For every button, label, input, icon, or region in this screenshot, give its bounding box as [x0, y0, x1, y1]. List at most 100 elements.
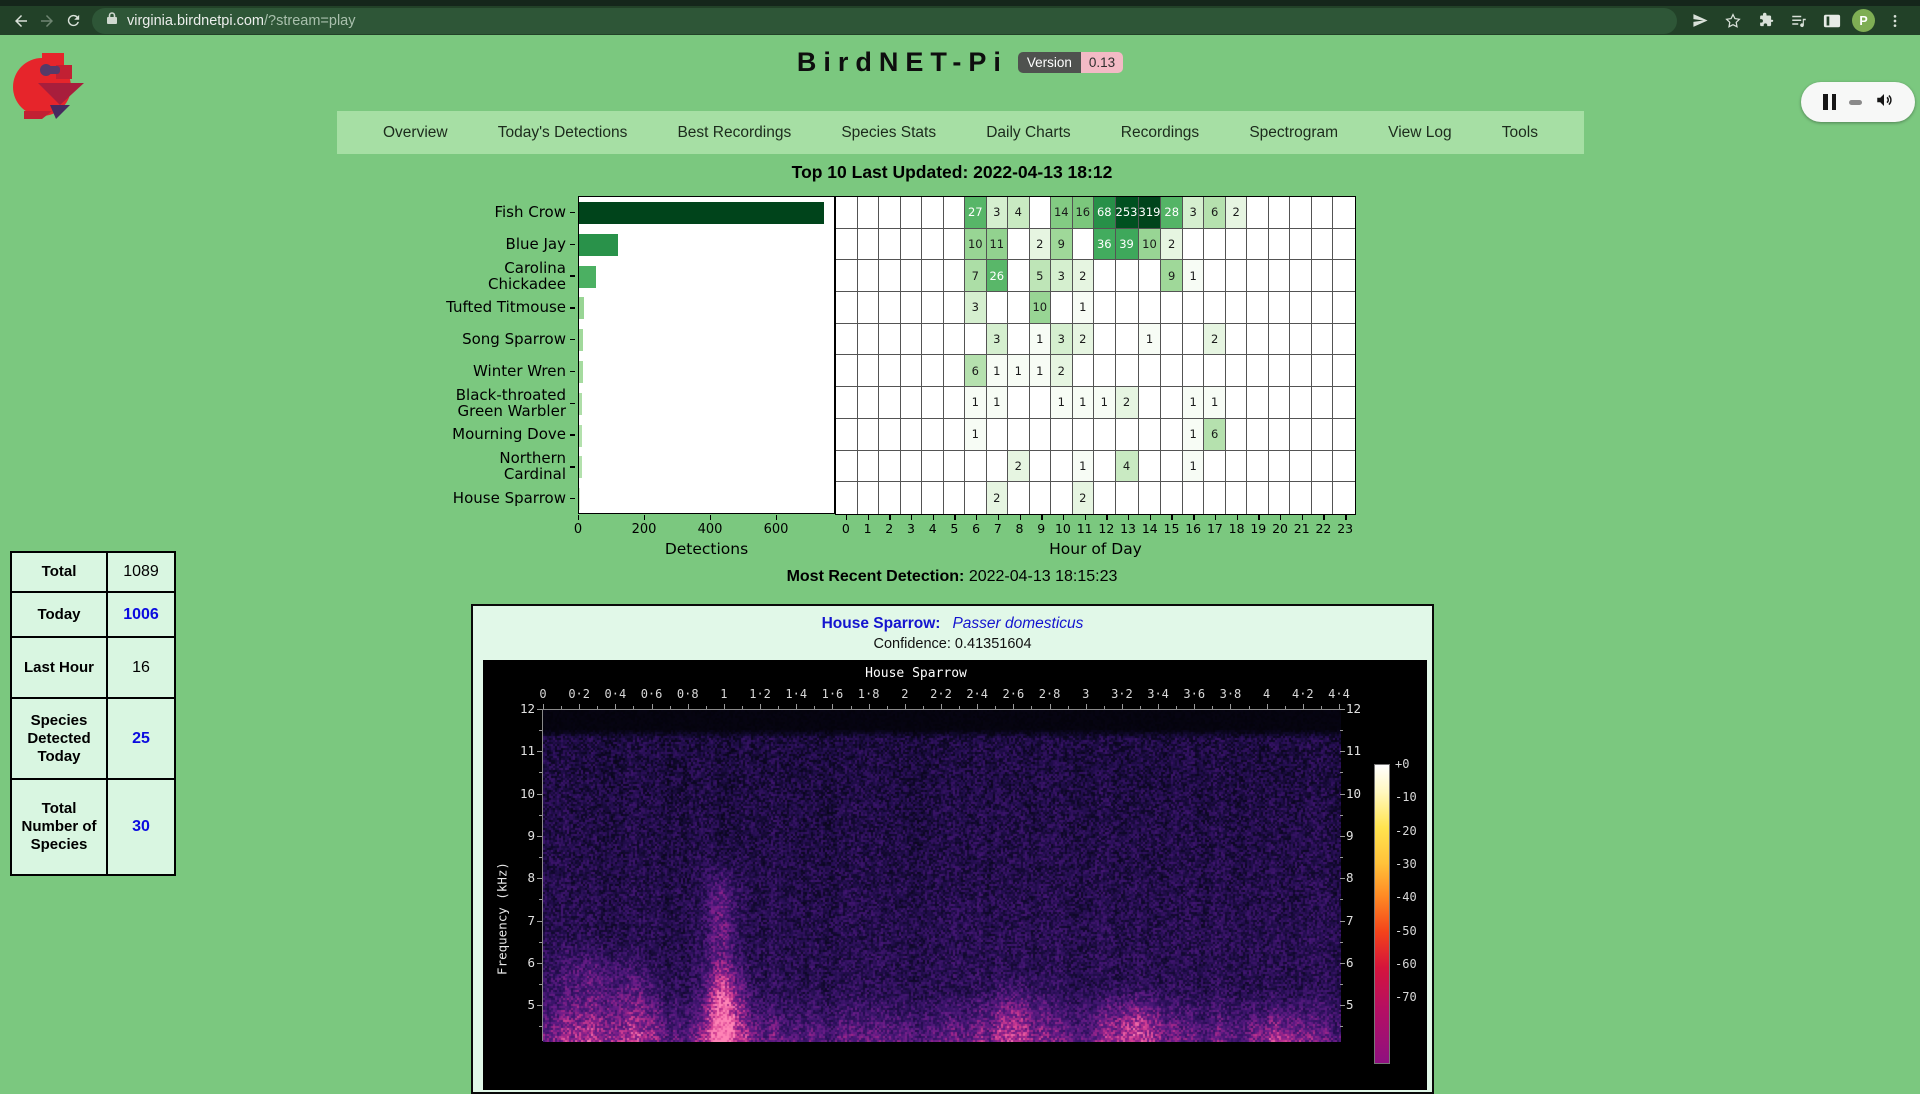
main-nav: Overview Today's Detections Best Recording…	[337, 111, 1584, 154]
reload-icon[interactable]	[60, 8, 86, 34]
hour-xtick-label: 6	[972, 521, 980, 536]
heatmap-cell: 9	[1051, 229, 1073, 261]
heatmap-cell	[879, 355, 901, 387]
heatmap-cell	[965, 451, 987, 483]
heatmap-cell	[1226, 419, 1248, 451]
heatmap-cell	[879, 451, 901, 483]
stream-audio-player[interactable]	[1801, 82, 1915, 122]
bar-xtick	[644, 515, 645, 520]
spec-time-tick	[832, 704, 833, 709]
nav-item-today-s-detections[interactable]: Today's Detections	[498, 124, 628, 142]
spec-time-label: 0·2	[568, 687, 590, 701]
send-to-device-icon[interactable]	[1687, 8, 1713, 34]
colorbar-tick-label: -70	[1395, 990, 1417, 1004]
media-queue-icon[interactable]	[1786, 8, 1812, 34]
heatmap-cell	[1312, 419, 1334, 451]
spec-time-minor-tick	[814, 706, 815, 709]
heatmap-cell	[1312, 387, 1334, 419]
stats-value[interactable]: 25	[107, 698, 175, 779]
nav-item-spectrogram[interactable]: Spectrogram	[1249, 124, 1338, 142]
heatmap-cell	[1094, 419, 1116, 451]
volume-icon[interactable]	[1875, 91, 1893, 114]
spec-time-minor-tick	[1104, 706, 1105, 709]
hour-xtick	[1041, 515, 1042, 520]
heatmap-cell	[922, 482, 944, 514]
hour-xtick-label: 20	[1272, 521, 1288, 536]
heatmap-cell: 6	[965, 355, 987, 387]
heatmap-cell: 11	[987, 229, 1009, 261]
stats-label: Last Hour	[11, 637, 107, 698]
seek-handle[interactable]	[1849, 100, 1862, 105]
heatmap-cell	[1073, 229, 1095, 261]
heatmap-cell	[1204, 355, 1226, 387]
spec-time-label: 1·6	[822, 687, 844, 701]
nav-item-daily-charts[interactable]: Daily Charts	[986, 124, 1070, 142]
heatmap-cell	[1247, 355, 1269, 387]
spec-time-label: 1	[720, 687, 727, 701]
side-panel-icon[interactable]	[1819, 8, 1845, 34]
nav-item-tools[interactable]: Tools	[1502, 124, 1538, 142]
hourly-heatmap: 2734141668253319283621011293639102726532…	[835, 196, 1356, 515]
spec-time-label: 4·2	[1292, 687, 1314, 701]
species-tick	[570, 307, 575, 308]
nav-item-best-recordings[interactable]: Best Recordings	[677, 124, 791, 142]
nav-item-species-stats[interactable]: Species Stats	[841, 124, 936, 142]
spec-time-label: 1·8	[858, 687, 880, 701]
heatmap-cell: 2	[1073, 482, 1095, 514]
heatmap-cell: 2	[1116, 387, 1139, 419]
spec-time-tick	[1194, 704, 1195, 709]
version-value: 0.13	[1081, 52, 1123, 73]
extensions-icon[interactable]	[1753, 8, 1779, 34]
heatmap-cell	[922, 387, 944, 419]
spec-time-tick	[652, 704, 653, 709]
heatmap-cell	[879, 387, 901, 419]
spec-time-label: 1·4	[785, 687, 807, 701]
heatmap-cell	[901, 355, 923, 387]
spec-freq-label-right: 12	[1346, 701, 1378, 716]
heatmap-cell	[1116, 482, 1139, 514]
menu-kebab-icon[interactable]	[1882, 8, 1908, 34]
title-row: BirdNET-PiVersion0.13	[0, 47, 1920, 78]
heatmap-cell: 2	[1008, 451, 1030, 483]
heatmap-cell	[901, 229, 923, 261]
bookmark-star-icon[interactable]	[1720, 8, 1746, 34]
stats-value[interactable]: 1006	[107, 592, 175, 637]
heatmap-cell	[922, 324, 944, 356]
pause-icon[interactable]	[1823, 94, 1836, 110]
heatmap-cell	[1312, 324, 1334, 356]
hour-xtick	[1215, 515, 1216, 520]
confidence-value: 0.41351604	[955, 636, 1032, 652]
hour-xtick	[1063, 515, 1064, 520]
detection-species-line: House Sparrow:Passer domesticus	[473, 615, 1432, 633]
species-label-northern-cardinal: Northern Cardinal	[440, 450, 566, 482]
nav-item-recordings[interactable]: Recordings	[1121, 124, 1199, 142]
hour-xtick	[911, 515, 912, 520]
species-tick	[570, 244, 575, 245]
bar-mourning-dove	[579, 425, 582, 447]
forward-icon[interactable]	[34, 8, 60, 34]
nav-item-view-log[interactable]: View Log	[1388, 124, 1451, 142]
heatmap-cell	[1290, 260, 1312, 292]
stats-value[interactable]: 30	[107, 779, 175, 875]
heatmap-cell	[1008, 419, 1030, 451]
heatmap-cell	[1247, 451, 1269, 483]
heatmap-cell	[987, 292, 1009, 324]
spec-time-label: 3	[1082, 687, 1089, 701]
heatmap-cell	[836, 482, 858, 514]
hour-xtick	[933, 515, 934, 520]
heatmap-cell: 3	[1051, 260, 1073, 292]
nav-item-overview[interactable]: Overview	[383, 124, 448, 142]
hour-xtick	[976, 515, 977, 520]
profile-avatar[interactable]: P	[1852, 9, 1875, 32]
heatmap-cell	[1030, 482, 1052, 514]
heatmap-cell	[1312, 451, 1334, 483]
heatmap-cell	[1139, 387, 1162, 419]
spec-time-label: 0·6	[641, 687, 663, 701]
heatmap-cell: 1	[965, 387, 987, 419]
back-icon[interactable]	[8, 8, 34, 34]
heatmap-cell	[1226, 324, 1248, 356]
browser-chrome: virginia.birdnetpi.com/?stream=play P	[0, 0, 1920, 35]
address-bar[interactable]: virginia.birdnetpi.com/?stream=play	[92, 8, 1677, 34]
spec-freq-label-right: 10	[1346, 786, 1378, 801]
spec-freq-minor-tick	[539, 857, 542, 858]
